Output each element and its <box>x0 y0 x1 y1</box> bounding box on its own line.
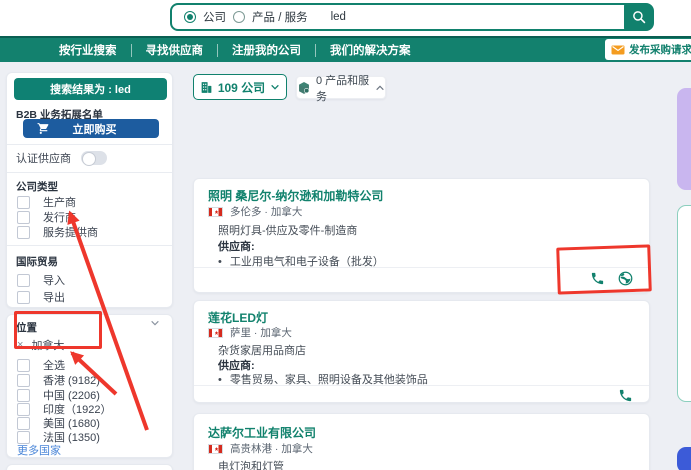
filter-import[interactable]: 导入 <box>17 272 65 288</box>
filter-select-all[interactable]: 全选 <box>17 357 65 373</box>
location-title: 位置 <box>16 322 37 334</box>
cutoff-widget-teal-outline[interactable] <box>677 205 691 402</box>
cutoff-widget-lavender[interactable] <box>677 88 691 190</box>
remove-tag-icon[interactable]: × <box>17 339 23 351</box>
products-services-count-label: 0 产品和服务 <box>316 74 370 103</box>
search-icon <box>631 9 647 25</box>
contact-actions <box>618 388 633 403</box>
company-listing-card: 莲花LED灯 萨里 · 加拿大 杂货家居用品商店 供应商: 零售贸易、家具、照明… <box>193 300 650 403</box>
search-input[interactable]: led <box>331 11 346 23</box>
buy-now-label: 立即购买 <box>72 123 117 136</box>
sidebar-filters-card: 搜索结果为 : led B2B 业务拓展名单 立即购买 认证供应商 公司类型 生… <box>6 72 173 308</box>
checkbox[interactable] <box>17 402 30 416</box>
search-results-page: 公司 产品 / 服务 led 按行业搜索 寻找供应商 注册我的公司 我们的解决方… <box>0 0 691 470</box>
phone-icon[interactable] <box>618 388 633 403</box>
divider <box>7 144 172 145</box>
checkbox[interactable] <box>17 225 30 239</box>
search-results-header: 搜索结果为 : led <box>14 78 167 100</box>
search-button[interactable] <box>624 4 653 30</box>
company-name-link[interactable]: 达萨尔工业有限公司 <box>208 424 316 441</box>
company-name-link[interactable]: 照明 桑尼尔-纳尔逊和加勒特公司 <box>208 187 383 204</box>
company-location-row: 高贵林港 · 加拿大 <box>208 441 313 456</box>
product-service-radio-label[interactable]: 产品 / 服务 <box>252 9 308 25</box>
products-icon <box>297 81 311 95</box>
cutoff-widget-blue[interactable] <box>677 447 691 470</box>
post-buying-request-button[interactable]: 发布采购请求 <box>605 39 691 60</box>
nav-find-suppliers[interactable]: 寻找供应商 <box>132 42 218 58</box>
cart-icon <box>37 122 50 135</box>
products-services-count-button[interactable]: 0 产品和服务 <box>296 75 386 103</box>
nav-register-company[interactable]: 注册我的公司 <box>218 42 315 58</box>
building-icon <box>200 81 213 94</box>
more-countries-link[interactable]: 更多国家 <box>17 442 61 458</box>
chevron-down-icon <box>270 82 280 92</box>
company-industry: 照明灯具-供应及零件-制造商 <box>218 225 358 237</box>
international-trade-title: 国际贸易 <box>16 256 58 268</box>
main-navbar: 按行业搜索 寻找供应商 注册我的公司 我们的解决方案 <box>0 36 691 62</box>
checkbox[interactable] <box>17 195 30 209</box>
divider <box>7 172 172 173</box>
checkbox[interactable] <box>17 373 30 387</box>
supplier-label: 供应商: <box>218 241 255 253</box>
sidebar-collapsed-section <box>6 464 173 470</box>
checkbox[interactable] <box>17 290 30 304</box>
company-radio-label[interactable]: 公司 <box>203 9 226 25</box>
canada-flag-icon <box>208 443 223 454</box>
phone-icon[interactable] <box>590 271 605 286</box>
filter-manufacturer[interactable]: 生产商 <box>17 194 76 210</box>
company-type-title: 公司类型 <box>16 181 58 193</box>
filter-service-provider[interactable]: 服务提供商 <box>17 224 98 240</box>
search-box: 公司 产品 / 服务 led <box>170 3 654 31</box>
company-radio[interactable] <box>184 11 196 23</box>
top-search-bar: 公司 产品 / 服务 led <box>0 0 691 36</box>
company-name-link[interactable]: 莲花LED灯 <box>208 309 268 326</box>
product-service-radio[interactable] <box>233 11 245 23</box>
divider <box>194 267 649 268</box>
nav-our-solutions[interactable]: 我们的解决方案 <box>316 42 425 58</box>
buy-now-button[interactable]: 立即购买 <box>23 119 159 138</box>
company-industry: 电灯泡和灯管 <box>218 461 284 470</box>
website-globe-icon[interactable] <box>618 271 633 286</box>
company-listing-card: 照明 桑尼尔-纳尔逊和加勒特公司 多伦多 · 加拿大 照明灯具-供应及零件-制造… <box>193 178 650 293</box>
verified-supplier-label: 认证供应商 <box>16 153 71 165</box>
checkbox[interactable] <box>17 273 30 287</box>
company-listing-card: 达萨尔工业有限公司 高贵林港 · 加拿大 电灯泡和灯管 <box>193 413 650 470</box>
checkbox[interactable] <box>17 358 30 372</box>
checkbox[interactable] <box>17 210 30 224</box>
canada-flag-icon <box>208 206 223 217</box>
canada-flag-icon <box>208 327 223 338</box>
filter-export[interactable]: 导出 <box>17 289 65 305</box>
companies-count-button[interactable]: 109 公司 <box>193 74 287 100</box>
company-location-row: 多伦多 · 加拿大 <box>208 204 302 219</box>
contact-actions <box>590 271 633 286</box>
checkbox[interactable] <box>17 416 30 430</box>
post-buying-request-label: 发布采购请求 <box>629 44 691 56</box>
chevron-up-icon <box>375 83 385 93</box>
selected-country-tag-canada[interactable]: × 加拿大 <box>17 337 64 353</box>
divider <box>194 385 649 386</box>
divider <box>7 245 172 246</box>
filter-distributor[interactable]: 发行商 <box>17 209 76 225</box>
companies-count-label: 109 公司 <box>217 80 266 95</box>
filter-hong-kong[interactable]: 香港 (9182) <box>17 372 100 388</box>
envelope-icon <box>611 45 625 55</box>
checkbox[interactable] <box>17 388 30 402</box>
chevron-down-icon[interactable] <box>150 318 160 331</box>
verified-supplier-toggle[interactable] <box>81 151 107 166</box>
sidebar-location-card: 位置 × 加拿大 全选 香港 (9182) 中国 (2206) 印度（1922）… <box>6 314 173 458</box>
company-industry: 杂货家居用品商店 <box>218 345 306 357</box>
nav-search-by-industry[interactable]: 按行业搜索 <box>45 42 131 58</box>
company-location-row: 萨里 · 加拿大 <box>208 325 292 340</box>
